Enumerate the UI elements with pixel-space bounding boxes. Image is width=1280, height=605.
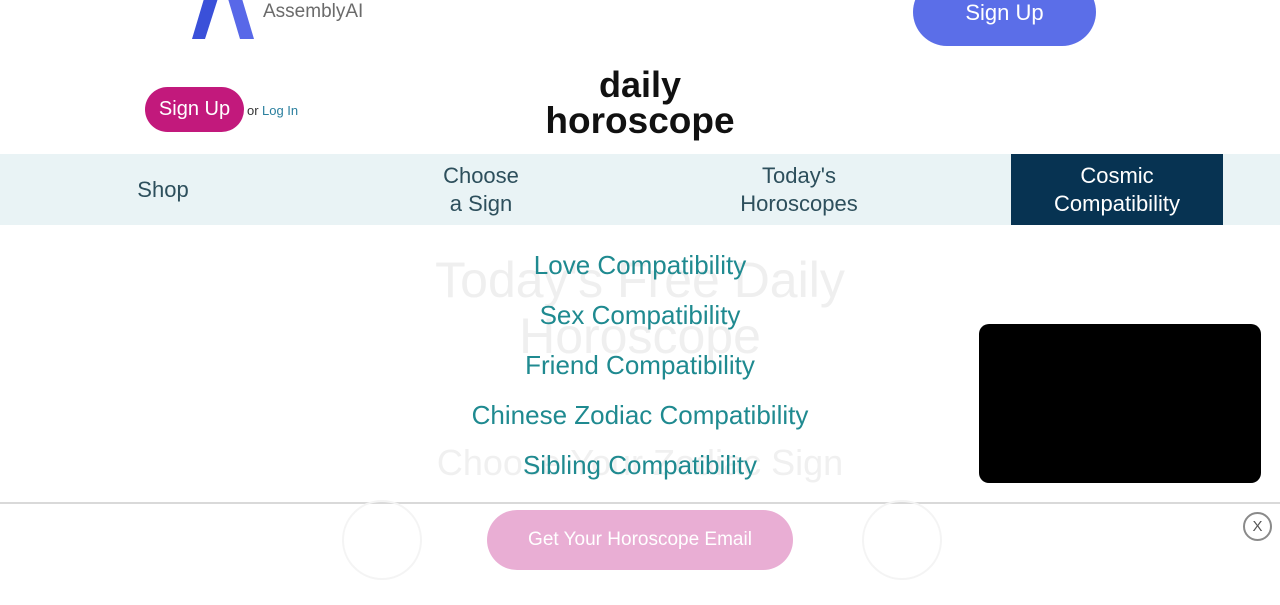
login-link[interactable]: Log In: [262, 103, 298, 118]
logo-line-horoscope: horoscope: [545, 100, 735, 141]
nav-item-cosmic-compatibility[interactable]: Cosmic Compatibility: [1011, 154, 1223, 225]
horoscope-email-button[interactable]: Get Your Horoscope Email: [487, 510, 793, 570]
dropdown-item-love[interactable]: Love Compatibility: [400, 240, 880, 290]
dropdown-item-friend[interactable]: Friend Compatibility: [400, 340, 880, 390]
main-nav: Shop Choose a Sign Today's Horoscopes Co…: [0, 154, 1280, 225]
nav-item-choose-a-sign[interactable]: Choose a Sign: [386, 154, 576, 225]
faded-zodiac-circle: [862, 500, 942, 580]
nav-cosmic-line1: Cosmic: [1080, 162, 1154, 188]
nav-cosmic-label: Cosmic Compatibility: [1054, 162, 1180, 218]
close-icon[interactable]: X: [1243, 512, 1272, 541]
nav-today-line2: Horoscopes: [740, 190, 858, 216]
nav-item-shop[interactable]: Shop: [68, 154, 258, 225]
ad-banner[interactable]: AssemblyAI Sign Up: [0, 0, 1280, 58]
dropdown-item-sex[interactable]: Sex Compatibility: [400, 290, 880, 340]
compatibility-dropdown: Love Compatibility Sex Compatibility Fri…: [400, 240, 880, 490]
assemblyai-logo-icon: [192, 0, 254, 39]
nav-item-todays-horoscopes[interactable]: Today's Horoscopes: [704, 154, 894, 225]
nav-choose-line2: a Sign: [449, 190, 513, 216]
nav-cosmic-line2: Compatibility: [1054, 190, 1180, 216]
faded-zodiac-circle: [342, 500, 422, 580]
or-text: or: [247, 103, 259, 118]
nav-choose-label: Choose a Sign: [443, 162, 519, 218]
dropdown-item-chinese-zodiac[interactable]: Chinese Zodiac Compatibility: [400, 390, 880, 440]
nav-choose-line1: Choose: [443, 162, 519, 188]
nav-today-label: Today's Horoscopes: [740, 162, 857, 218]
dropdown-item-sibling[interactable]: Sibling Compatibility: [400, 440, 880, 490]
signup-button[interactable]: Sign Up: [145, 87, 244, 132]
ad-signup-button[interactable]: Sign Up: [913, 0, 1096, 46]
ad-brand-name: AssemblyAI: [263, 1, 364, 22]
video-player[interactable]: [979, 324, 1261, 483]
logo-line-daily: daily: [598, 64, 682, 105]
nav-shop-label: Shop: [137, 176, 189, 202]
nav-today-line1: Today's: [762, 162, 836, 188]
site-logo[interactable]: daily horoscope: [540, 64, 740, 141]
